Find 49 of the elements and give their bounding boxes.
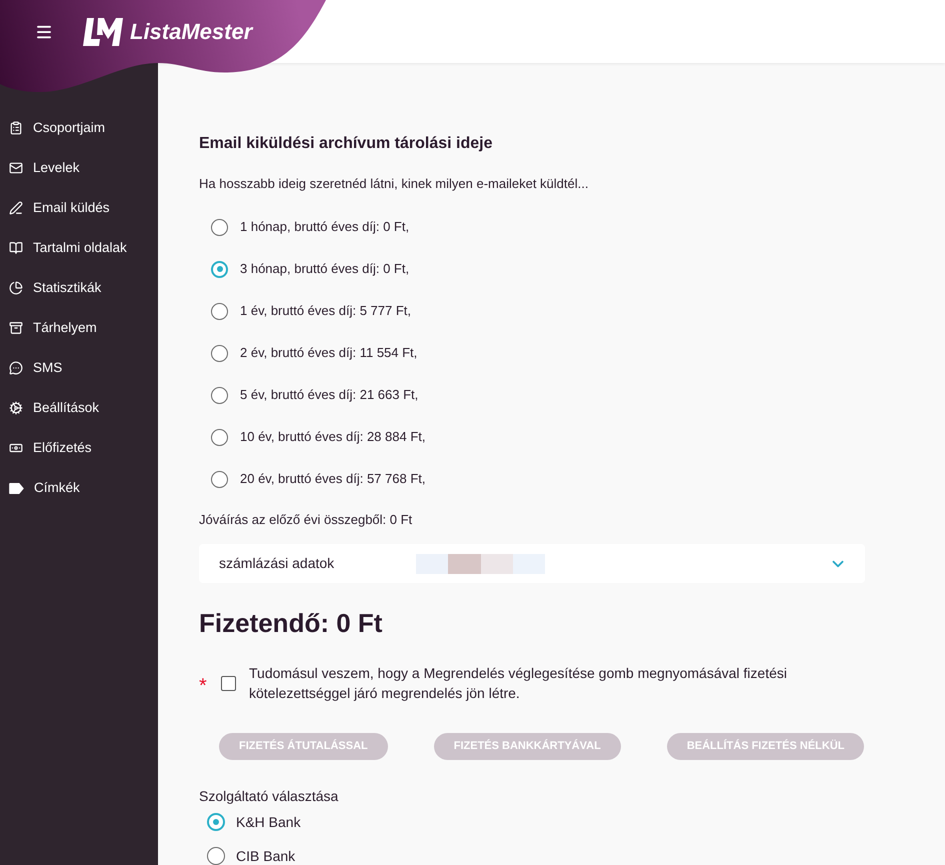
option-label: 1 hónap, bruttó éves díj: 0 Ft, (240, 218, 410, 236)
sidebar-item[interactable]: Címkék (0, 468, 158, 508)
sidebar-item[interactable]: Előfizetés (0, 428, 158, 468)
option-label: 10 év, bruttó éves díj: 28 884 Ft, (240, 428, 426, 446)
section-title: Email kiküldési archívum tárolási ideje (199, 134, 494, 154)
sidebar-item[interactable]: Csoportjaim (0, 108, 158, 148)
billing-dropdown[interactable]: számlázási adatok (199, 544, 865, 583)
sidebar-item[interactable]: Levelek (0, 148, 158, 188)
consent-checkbox[interactable] (221, 676, 236, 690)
provider-label: Szolgáltató választása (199, 787, 340, 805)
banknote-icon (9, 441, 23, 455)
option-label: 20 év, bruttó éves díj: 57 768 Ft, (240, 470, 426, 488)
settings-icon (9, 401, 23, 415)
option-label: 1 év, bruttó éves díj: 5 777 Ft, (240, 302, 412, 320)
sidebar-item[interactable]: Tartalmi oldalak (0, 228, 158, 268)
sidebar-item[interactable]: Beállítások (0, 388, 158, 428)
required-asterisk: * (199, 674, 208, 696)
pen-icon (9, 201, 23, 215)
consent-text: Tudomásul veszem, hogy a Megrendelés véglegesítése gomb megnyomásával fizetési kötelezettséggel járó megrendelés jön létre. (249, 664, 788, 703)
radio-button[interactable] (211, 344, 228, 362)
radio-button[interactable] (207, 847, 225, 865)
total-amount: Fizetendő: 0 Ft (199, 608, 384, 638)
pie-chart-icon (9, 281, 23, 295)
archive-icon (9, 321, 23, 335)
radio-button[interactable] (211, 218, 228, 236)
clipboard-icon (9, 121, 23, 135)
mail-icon (9, 161, 23, 175)
section-description: Ha hosszabb ideig szeretnéd látni, kinek milyen e-maileket küldtél... (199, 175, 590, 193)
book-icon (9, 241, 23, 255)
sidebar-item[interactable]: SMS (0, 348, 158, 388)
option-label: CIB Bank (236, 848, 296, 864)
chat-bubble-icon (9, 361, 23, 375)
radio-button[interactable] (211, 470, 228, 488)
option-label: 2 év, bruttó éves díj: 11 554 Ft, (240, 344, 418, 362)
sidebar-item[interactable]: Email küldés (0, 188, 158, 228)
sidebar-item[interactable]: Statisztikák (0, 268, 158, 308)
sidebar-item[interactable]: Tárhelyem (0, 308, 158, 348)
credit-text: Jóváírás az előző évi összegből: 0 Ft (199, 511, 414, 529)
radio-button[interactable] (211, 302, 228, 320)
radio-button[interactable] (211, 386, 228, 404)
option-label: 3 hónap, bruttó éves díj: 0 Ft, (240, 260, 410, 278)
radio-button[interactable] (211, 260, 228, 278)
radio-button[interactable] (207, 813, 225, 831)
option-label: 5 év, bruttó éves díj: 21 663 Ft, (240, 386, 418, 404)
brand-name: ListaMester (130, 18, 252, 46)
logo-icon (83, 16, 123, 46)
radio-button[interactable] (211, 428, 228, 446)
tag-icon (9, 482, 24, 494)
option-label: K&H Bank (236, 814, 301, 830)
